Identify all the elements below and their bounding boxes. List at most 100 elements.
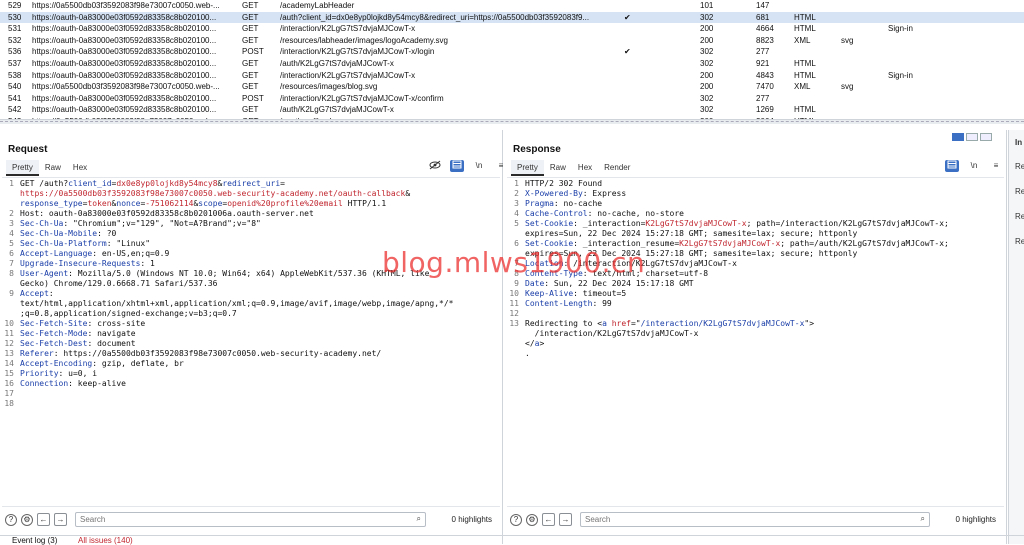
- search-icon[interactable]: ⌕: [921, 514, 925, 524]
- history-cell-title: Sign-in: [888, 70, 913, 80]
- inspector-item[interactable]: Re: [1015, 162, 1024, 171]
- request-editor[interactable]: 1 GET /auth?client_id = dx0e8yp0lojkd8y54mc…: [2, 177, 500, 504]
- request-tab-hex[interactable]: Hex: [67, 160, 93, 176]
- response-title: Response: [513, 144, 561, 155]
- line-text: Sec-Ch-Ua: "Chromium";v="129", "Not=A?Br…: [20, 219, 500, 229]
- history-row[interactable]: 540 https://0a5500db03f3592083f98e73007c0…: [0, 81, 1024, 93]
- history-row[interactable]: 537 https://oauth-0a83000e03f0592d83358c8…: [0, 58, 1024, 70]
- history-cell-url: /interaction/K2LgG7tS7dvjaMJCowT-x/login: [280, 47, 435, 57]
- code-token: dx0e8yp0lojkd8y54mcy8: [116, 179, 218, 188]
- history-row[interactable]: 541 https://oauth-0a83000e03f0592d83358c8…: [0, 93, 1024, 105]
- history-cell-num: 537: [8, 58, 22, 68]
- history-cell-mime: HTML: [794, 70, 816, 80]
- line-text: response_type=token&nonce=-751062114&sco…: [20, 199, 500, 209]
- code-line: 1 GET /auth?client_id = dx0e8yp0lojkd8y54mc…: [2, 179, 500, 189]
- history-row[interactable]: 530 https://oauth-0a83000e03f0592d83358c8…: [0, 11, 1024, 24]
- request-highlights-count: 0 highlights: [451, 515, 492, 524]
- response-editor[interactable]: 1 HTTP/2 302 Found 2 X-Powered-By: Express 3…: [507, 177, 1004, 504]
- next-match-icon[interactable]: →: [559, 513, 572, 526]
- prev-match-icon[interactable]: ←: [37, 513, 50, 526]
- prev-match-icon[interactable]: ←: [542, 513, 555, 526]
- history-cell-length: 277: [756, 93, 770, 103]
- code-token: : Sun, 22 Dec 2024 15:17:18 GMT: [544, 279, 694, 288]
- line-number: 6: [514, 239, 519, 248]
- settings-gear-icon[interactable]: ⚙: [526, 513, 538, 526]
- response-tab-render[interactable]: Render: [598, 160, 636, 176]
- inspector-toggle-icon[interactable]: [450, 160, 464, 172]
- hide-nonprintable-icon[interactable]: [428, 160, 442, 172]
- response-tab-pretty[interactable]: Pretty: [511, 160, 544, 176]
- request-search-input[interactable]: [76, 513, 425, 526]
- history-row[interactable]: 532 https://oauth-0a83000e03f0592d83358c8…: [0, 35, 1024, 47]
- history-cell-num: 536: [8, 47, 22, 57]
- line-text: [525, 309, 1004, 319]
- history-row[interactable]: 542 https://oauth-0a83000e03f0592d83358c8…: [0, 104, 1024, 116]
- code-token: : Mozilla/5.0 (Windows NT 10.0; Win64; x…: [68, 269, 430, 278]
- inspector-item[interactable]: Re: [1015, 212, 1024, 221]
- newline-toggle-icon[interactable]: \n: [967, 160, 981, 172]
- response-search-input[interactable]: [581, 513, 929, 526]
- history-cell-edited: ✔: [624, 12, 631, 22]
- line-number: 8: [514, 269, 519, 278]
- line-number: 4: [9, 229, 14, 238]
- code-token: Content-Type: [525, 269, 583, 278]
- code-token: Set-Cookie: [525, 219, 574, 228]
- code-line: 10 Sec-Fetch-Site: cross-site: [2, 319, 500, 329]
- history-cell-url: /interaction/K2LgG7tS7dvjaMJCowT-x/confi…: [280, 93, 444, 103]
- line-number: [507, 329, 519, 339]
- history-row[interactable]: 536 https://oauth-0a83000e03f0592d83358c8…: [0, 46, 1024, 58]
- code-token: HTTP/2 302 Found: [525, 179, 603, 188]
- code-token: token: [87, 199, 112, 208]
- history-row[interactable]: 531 https://oauth-0a83000e03f0592d83358c8…: [0, 23, 1024, 35]
- line-number: 11: [509, 299, 519, 308]
- help-icon[interactable]: ?: [510, 513, 522, 526]
- history-cell-method: GET: [242, 1, 259, 10]
- response-menu-icon[interactable]: ≡: [989, 160, 1003, 172]
- history-row[interactable]: 538 https://oauth-0a83000e03f0592d83358c8…: [0, 70, 1024, 82]
- code-token: Accept-Encoding: [20, 359, 93, 368]
- code-token: >: [539, 339, 545, 348]
- next-match-icon[interactable]: →: [54, 513, 67, 526]
- history-cell-url: /resources/images/blog.svg: [280, 82, 378, 92]
- inspector-item[interactable]: Re: [1015, 187, 1024, 196]
- code-token: scope: [198, 199, 223, 208]
- settings-gear-icon[interactable]: ⚙: [21, 513, 33, 526]
- search-icon[interactable]: ⌕: [417, 514, 421, 524]
- code-token: : document: [87, 339, 136, 348]
- request-tab-raw[interactable]: Raw: [39, 160, 67, 176]
- code-line: Gecko) Chrome/129.0.6668.71 Safari/537.3…: [2, 279, 500, 289]
- splitter-grip[interactable]: [0, 121, 1024, 122]
- history-cell-length: 4664: [756, 24, 774, 34]
- history-cell-num: 542: [8, 105, 22, 115]
- history-cell-status: 302: [700, 12, 714, 22]
- line-text: GET /auth?client_id = dx0e8yp0lojkd8y54mcy…: [20, 179, 500, 189]
- response-tab-hex[interactable]: Hex: [572, 160, 598, 176]
- history-cell-status: 302: [700, 105, 714, 115]
- response-tab-raw[interactable]: Raw: [544, 160, 572, 176]
- line-text: Cache-Control: no-cache, no-store: [525, 209, 1004, 219]
- code-line: expires=Sun, 22 Dec 2024 15:27:18 GMT; s…: [507, 229, 1004, 239]
- inspector-toggle-icon[interactable]: [945, 160, 959, 172]
- line-number: 6: [9, 249, 14, 258]
- code-token: : keep-alive: [68, 379, 126, 388]
- pane-splitter[interactable]: [0, 120, 1024, 124]
- line-text: Accept:: [20, 289, 500, 299]
- code-token: HTTP/1.1: [342, 199, 387, 208]
- history-row[interactable]: 529 https://0a5500db03f3592083f98e73007c0…: [0, 0, 1024, 12]
- line-text: HTTP/2 302 Found: [525, 179, 1004, 189]
- code-token: Keep-Alive: [525, 289, 574, 298]
- request-tab-pretty[interactable]: Pretty: [6, 160, 39, 176]
- request-search-field: ⌕: [75, 512, 426, 527]
- help-icon[interactable]: ?: [5, 513, 17, 526]
- line-number: [2, 279, 14, 289]
- inspector-header[interactable]: In: [1015, 138, 1022, 147]
- history-cell-method: GET: [242, 35, 259, 45]
- line-text: Content-Length: 99: [525, 299, 1004, 309]
- history-cell-num: 538: [8, 70, 22, 80]
- newline-toggle-icon[interactable]: \n: [472, 160, 486, 172]
- code-token: : no-cache, no-store: [587, 209, 684, 218]
- code-line: 13 Redirecting to <a href="/interaction/K…: [507, 319, 1004, 329]
- history-cell-length: 921: [756, 58, 770, 68]
- code-token: response_type: [20, 199, 83, 208]
- inspector-item[interactable]: Re: [1015, 237, 1024, 246]
